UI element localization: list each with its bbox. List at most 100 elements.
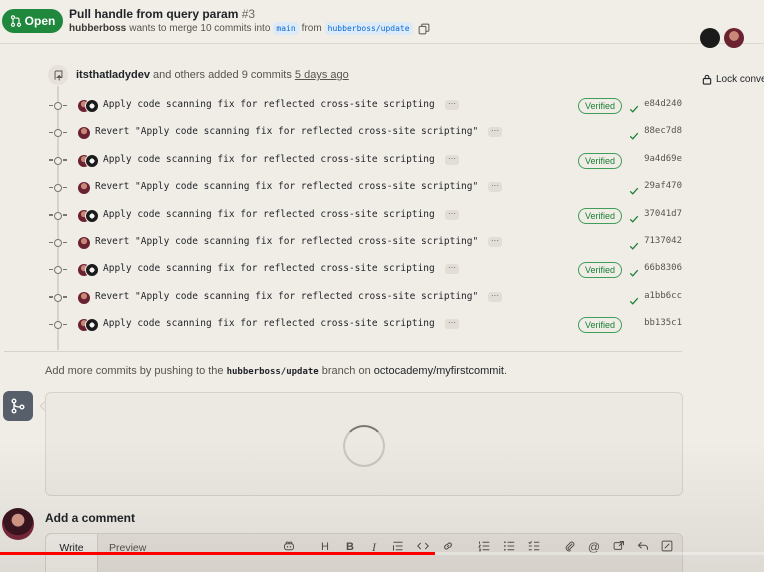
check-success-icon[interactable] [629,211,639,223]
commit-sha-link[interactable]: e84d240 [644,99,682,109]
verified-badge[interactable]: Verified [578,207,623,224]
push-event-description: and others added 9 commits [153,69,292,81]
commit-sha-link[interactable]: 66b8306 [644,263,682,273]
verified-badge[interactable]: Verified [578,152,623,169]
commit-sha-link[interactable]: 29af470 [644,181,682,191]
verified-badge[interactable]: Verified [578,262,623,279]
commit-sha-link[interactable]: 9a4d69e [644,154,682,164]
copy-icon[interactable] [418,23,430,35]
verified-badge[interactable]: Verified [578,317,623,334]
pr-title: Pull handle from query param #3 [69,7,255,21]
commit-message-link[interactable]: Revert "Apply code scanning fix for refl… [95,291,478,302]
pr-title-text: Pull handle from query param [69,7,239,21]
commit-message-link[interactable]: Apply code scanning fix for reflected cr… [103,209,435,220]
check-success-icon[interactable] [629,293,639,305]
push-hint-branch: hubberboss/update [226,367,319,377]
commit-message-link[interactable]: Apply code scanning fix for reflected cr… [103,263,435,274]
git-merge-icon [11,398,25,414]
expand-commit-button[interactable]: ··· [445,319,459,330]
git-commit-icon [49,211,67,220]
from-text: from [301,23,322,34]
pr-state-label: Open [24,14,56,28]
commit-row: Revert "Apply code scanning fix for refl… [49,233,686,253]
verified-badge[interactable]: Verified [578,98,623,114]
check-success-icon[interactable] [629,265,639,278]
commit-sha-link[interactable]: 88ec7d8 [644,126,682,136]
commit-row: Revert "Apply code scanning fix for refl… [49,178,686,198]
avatar[interactable] [85,99,99,113]
video-progress-fill [0,552,436,555]
commit-message-link[interactable]: Apply code scanning fix for reflected cr… [103,99,435,110]
commit-sha-link[interactable]: 37041d7 [644,209,682,219]
pr-merge-meta: hubberboss wants to merge 10 commits int… [69,22,430,35]
expand-commit-button[interactable]: ··· [445,209,459,220]
commit-row: Apply code scanning fix for reflected cr… [49,206,686,226]
pull-request-page: Open Pull handle from query param #3 hub… [0,0,764,572]
repo-push-icon [54,70,62,80]
avatar[interactable] [77,181,91,196]
avatar[interactable] [85,208,99,223]
avatar[interactable] [700,28,720,48]
git-commit-icon [49,321,67,330]
loading-spinner [343,425,385,467]
pr-sticky-header: Open Pull handle from query param #3 hub… [0,0,764,44]
check-success-icon[interactable] [629,183,639,195]
comment-author-avatar[interactable] [2,508,34,540]
git-commit-icon [49,129,67,138]
check-success-icon[interactable] [629,238,639,250]
git-commit-icon [49,266,67,275]
avatar[interactable] [85,263,99,278]
commit-message-link[interactable]: Revert "Apply code scanning fix for refl… [95,126,478,137]
commit-message-link[interactable]: Revert "Apply code scanning fix for refl… [95,181,478,192]
push-hint-repo-link[interactable]: octocademy/myfirstcommit [374,365,504,377]
expand-commit-button[interactable]: ··· [445,264,459,275]
check-success-icon[interactable] [629,101,639,113]
push-event-time[interactable]: 5 days ago [295,69,349,81]
git-commit-icon [49,293,67,302]
avatar[interactable] [77,236,91,250]
commit-sha-link[interactable]: bb135c1 [644,318,682,328]
avatar[interactable] [724,28,744,48]
check-success-icon[interactable] [629,128,639,141]
pr-author-link[interactable]: hubberboss [69,23,126,34]
commit-message-link[interactable]: Revert "Apply code scanning fix for refl… [95,236,478,247]
commit-row: Revert "Apply code scanning fix for refl… [49,288,686,308]
expand-commit-button[interactable]: ··· [445,154,459,165]
commit-message-link[interactable]: Apply code scanning fix for reflected cr… [103,154,435,165]
commit-row: Revert "Apply code scanning fix for refl… [49,123,686,143]
pr-number: #3 [241,7,256,21]
commit-sha-link[interactable]: a1bb6cc [644,291,682,301]
commit-message-link[interactable]: Apply code scanning fix for reflected cr… [103,318,435,329]
push-event-user[interactable]: itsthatladydev [76,69,150,81]
push-hint-suffix: . [503,365,508,377]
pr-state-badge: Open [2,9,63,33]
base-branch[interactable]: main [273,22,299,35]
commit-row: Apply code scanning fix for reflected cr… [49,151,686,171]
git-pull-request-icon [10,15,21,27]
avatar[interactable] [85,318,99,333]
expand-commit-button[interactable]: ··· [488,182,502,193]
lock-conversation-button[interactable]: Lock conve [702,74,764,85]
commit-row: Apply code scanning fix for reflected cr… [49,260,686,280]
push-hint-middle: branch on [321,365,371,377]
head-branch[interactable]: hubberboss/update [324,22,413,35]
lock-icon [702,74,712,85]
commit-row: Apply code scanning fix for reflected cr… [49,315,686,335]
expand-commit-button[interactable]: ··· [488,127,502,138]
avatar[interactable] [77,126,91,141]
add-comment-heading: Add a comment [45,511,136,525]
merge-box [45,392,683,496]
video-progress-bar[interactable] [0,552,764,555]
expand-commit-button[interactable]: ··· [488,237,502,247]
expand-commit-button[interactable]: ··· [488,291,502,302]
commit-sha-link[interactable]: 7137042 [644,236,682,246]
avatar[interactable] [77,290,91,305]
git-commit-icon [49,102,67,110]
repo-push-icon-wrap [48,65,68,85]
avatar[interactable] [85,153,99,168]
push-event-text: itsthatladydev and others added 9 commit… [76,69,349,81]
push-more-commits-hint: Add more commits by pushing to the hubbe… [45,365,507,377]
push-hint-prefix: Add more commits by pushing to the [45,365,224,377]
lock-conversation-label: Lock conve [716,74,764,85]
expand-commit-button[interactable]: ··· [445,100,459,110]
